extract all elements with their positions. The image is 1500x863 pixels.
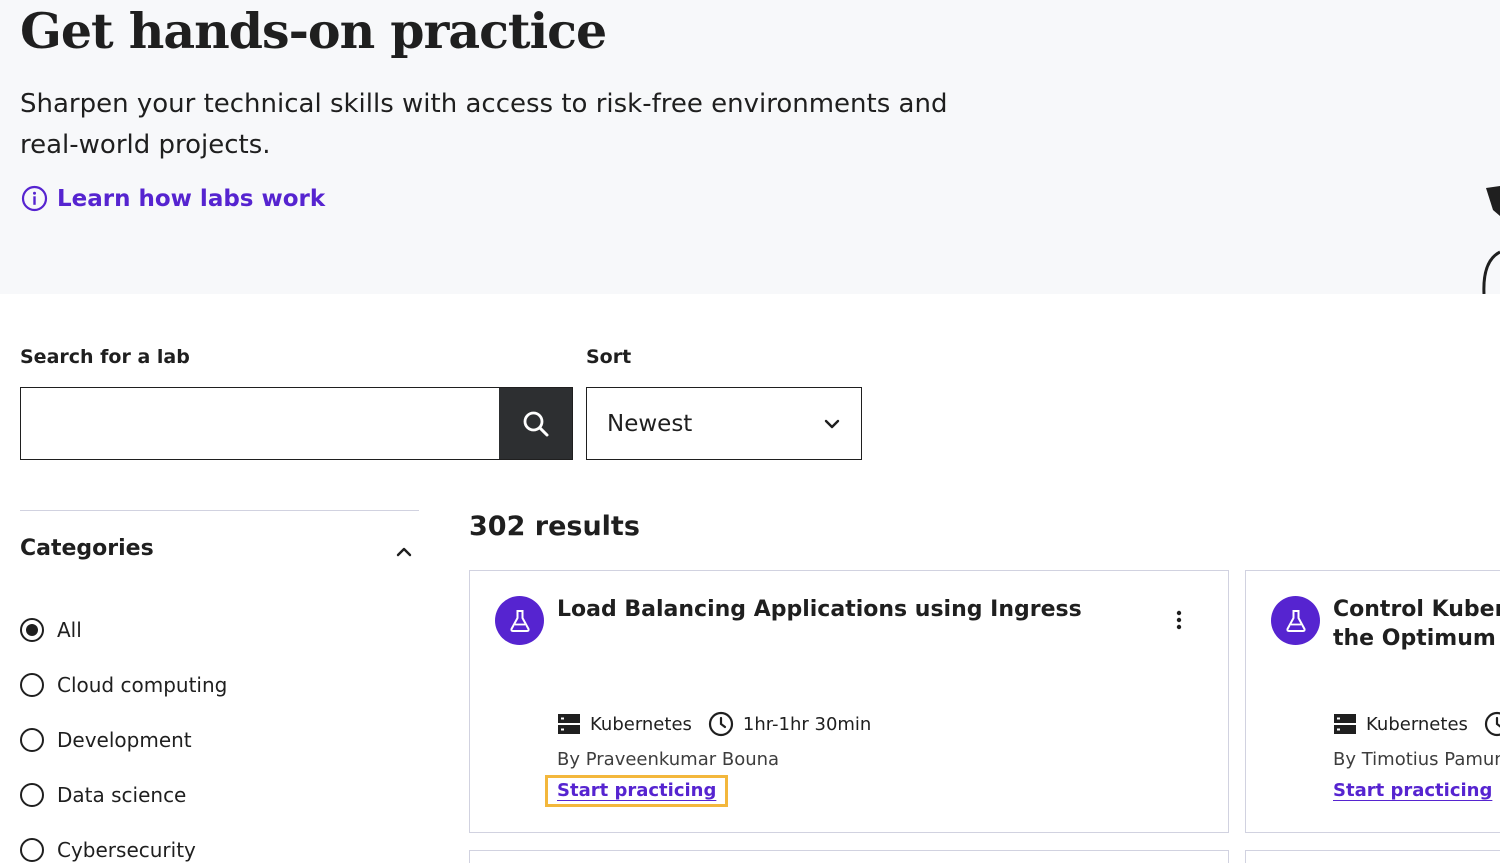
sidebar-divider [20,510,419,511]
lab-card-partial [469,850,1229,863]
start-practicing-link[interactable]: Start practicing [545,775,729,807]
category-label: Data science [57,783,187,807]
info-icon [21,185,48,212]
lab-title[interactable]: Load Balancing Applications using Ingres… [557,595,1117,624]
category-data-science[interactable]: Data science [20,783,186,807]
lab-tag: Kubernetes [1366,713,1468,735]
search-icon [523,411,548,436]
flask-icon [1285,609,1306,632]
search-button[interactable] [499,388,572,459]
search-input[interactable] [21,388,499,459]
server-icon [1334,714,1356,734]
radio[interactable] [20,838,44,862]
radio-selected[interactable] [20,618,44,642]
search-label: Search for a lab [20,346,190,368]
page-title: Get hands-on practice [20,2,607,60]
category-label: Cloud computing [57,673,228,697]
learn-link-label: Learn how labs work [57,185,326,212]
sort-select[interactable]: Newest [586,387,862,460]
lab-author: By Praveenkumar Bouna [557,749,780,770]
kebab-menu-icon[interactable] [1167,608,1191,632]
radio[interactable] [20,783,44,807]
lab-card[interactable]: Control Kuberr the Optimum C Kubernetes … [1245,570,1500,833]
flask-icon [509,609,530,632]
category-cybersecurity[interactable]: Cybersecurity [20,838,196,862]
search-box [20,387,573,460]
lab-tag: Kubernetes [590,713,692,735]
clock-icon [1484,711,1500,737]
radio[interactable] [20,728,44,752]
category-cloud-computing[interactable]: Cloud computing [20,673,227,697]
categories-heading: Categories [20,536,154,561]
hero-banner: Get hands-on practice Sharpen your techn… [0,0,1500,294]
category-development[interactable]: Development [20,728,192,752]
sort-label: Sort [586,346,632,368]
learn-how-labs-work-link[interactable]: Learn how labs work [21,185,325,212]
category-label: Cybersecurity [57,838,196,862]
start-practicing-link[interactable]: Start practicing [1333,780,1492,801]
category-all[interactable]: All [20,618,82,642]
clock-icon [708,711,734,737]
category-label: All [57,618,82,642]
lab-author: By Timotius Pamung [1333,749,1500,770]
results-count: 302 results [469,511,640,542]
chevron-up-icon[interactable] [392,540,416,564]
lab-card[interactable]: Load Balancing Applications using Ingres… [469,570,1229,833]
chevron-down-icon [824,419,840,428]
lab-title[interactable]: Control Kuberr the Optimum C [1333,595,1500,653]
lab-duration: 1hr-1hr 30min [742,713,872,735]
lab-card-partial [1245,850,1500,863]
radio[interactable] [20,673,44,697]
page-subtitle: Sharpen your technical skills with acces… [20,89,948,160]
lab-title-line: Control Kuberr [1333,597,1500,622]
lab-title-line: the Optimum C [1333,626,1500,651]
lab-type-badge [495,596,544,645]
lab-type-badge [1271,596,1320,645]
server-icon [558,714,580,734]
category-label: Development [57,728,192,752]
lab-meta: Kubernetes [1333,711,1500,737]
lab-meta: Kubernetes 1hr-1hr 30min [557,711,871,737]
sort-selected-value: Newest [607,410,693,437]
hero-illustration [1482,186,1500,294]
